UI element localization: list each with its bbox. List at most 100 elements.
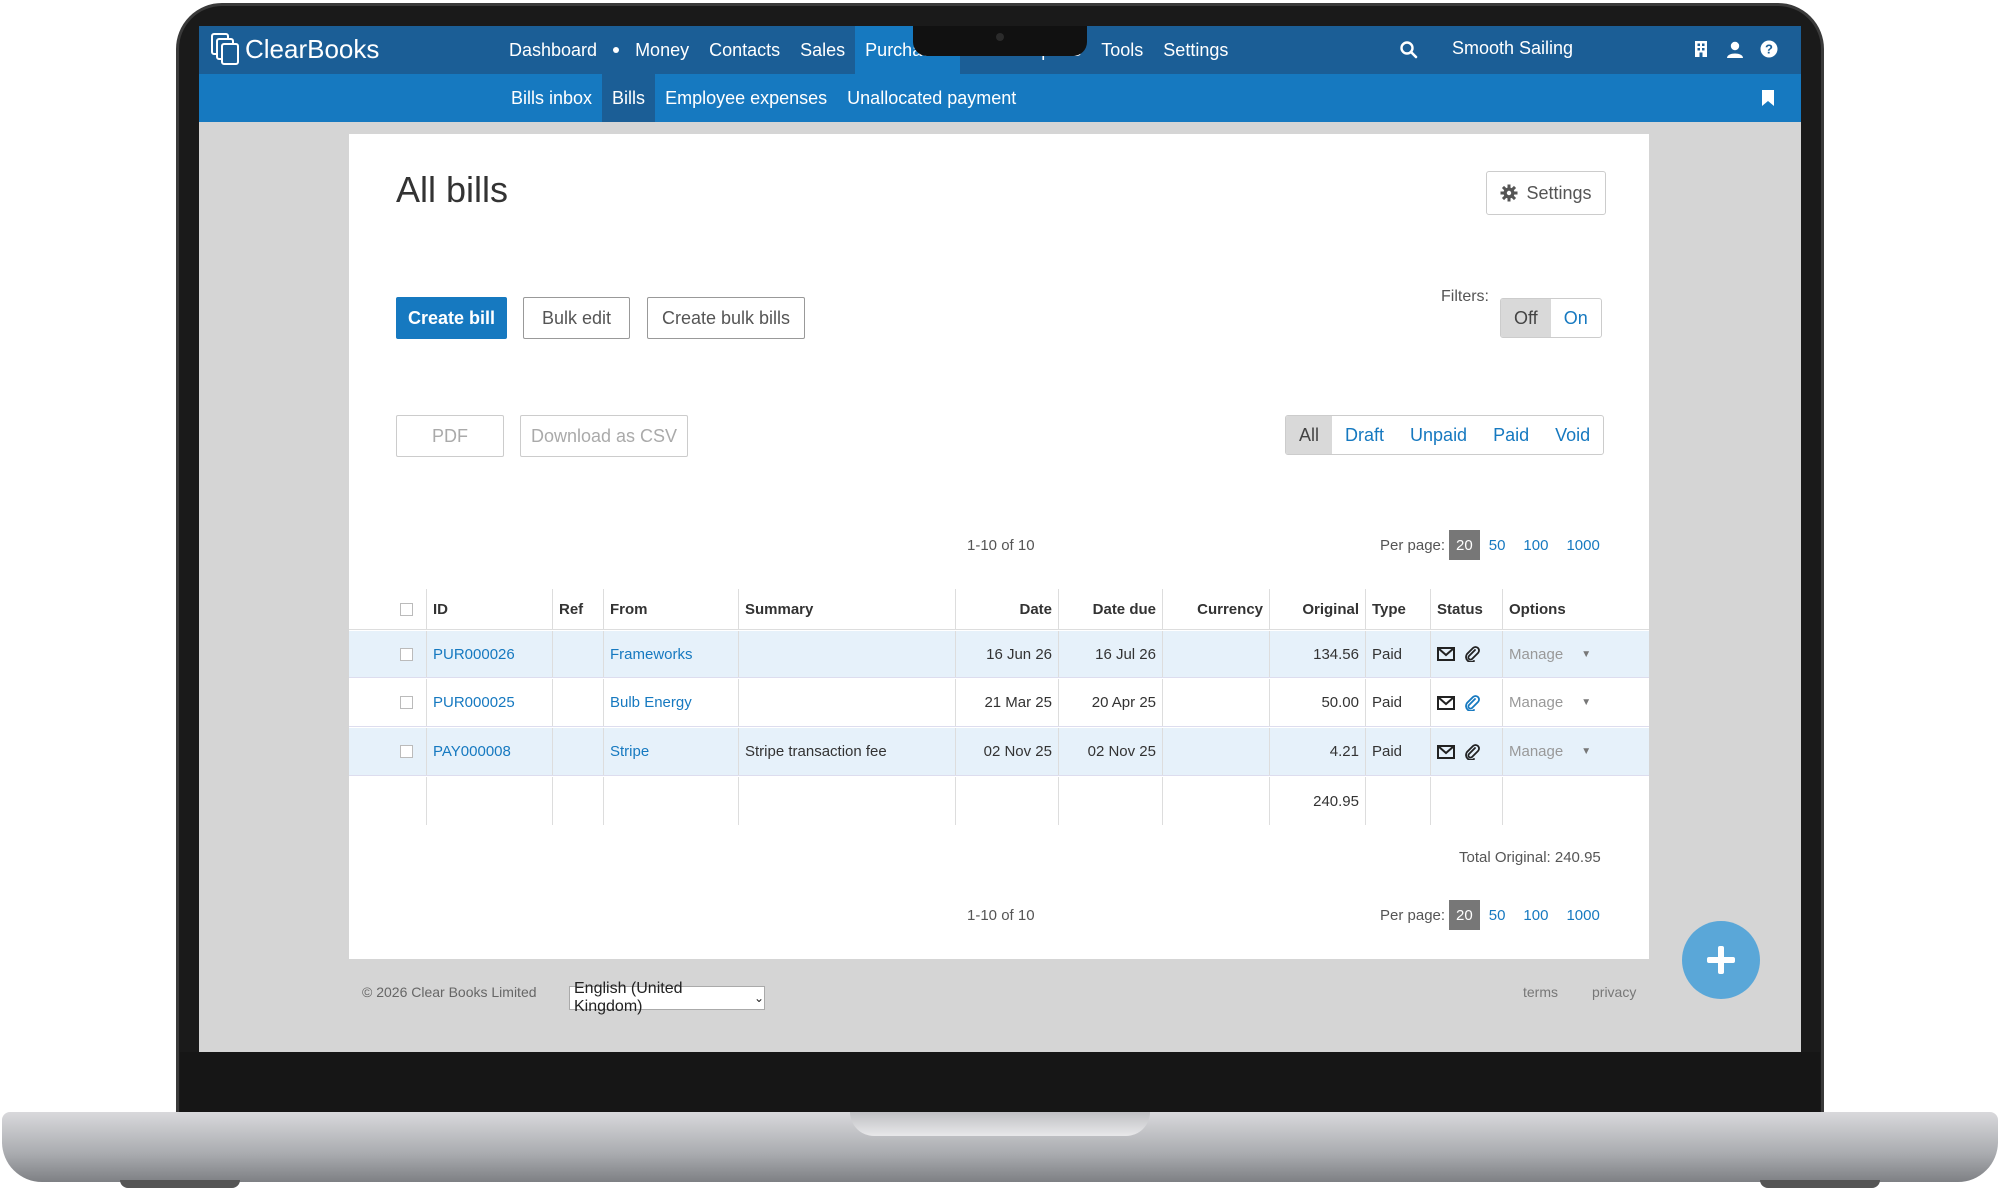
per-page-option-100[interactable]: 100 (1514, 530, 1557, 560)
laptop-foot (1760, 1180, 1880, 1188)
sub-navigation: Bills inbox Bills Employee expenses Unal… (199, 74, 1801, 122)
svg-text:?: ? (1765, 42, 1773, 57)
nav-contacts[interactable]: Contacts (699, 26, 790, 74)
paperclip-icon[interactable] (1464, 743, 1480, 760)
status-tab-paid[interactable]: Paid (1480, 416, 1542, 454)
settings-button[interactable]: Settings (1486, 171, 1606, 215)
camera-notch (913, 26, 1087, 56)
user-icon[interactable] (1725, 39, 1745, 59)
filters-off-option[interactable]: Off (1501, 299, 1551, 337)
gear-icon (1500, 184, 1518, 202)
bill-original: 4.21 (1270, 728, 1366, 775)
manage-dropdown[interactable]: Manage (1509, 743, 1563, 760)
clearbooks-logo[interactable]: ClearBooks (211, 33, 379, 65)
create-bill-button[interactable]: Create bill (396, 297, 507, 339)
subnav-unallocated-payment[interactable]: Unallocated payment (837, 74, 1026, 122)
download-csv-button[interactable]: Download as CSV (520, 415, 688, 457)
terms-link[interactable]: terms (1523, 984, 1558, 1000)
header-original[interactable]: Original (1270, 589, 1366, 629)
per-page-option-50[interactable]: 50 (1480, 900, 1515, 930)
header-id[interactable]: ID (427, 589, 553, 629)
per-page-option-1000[interactable]: 1000 (1557, 530, 1608, 560)
supplier-link[interactable]: Bulb Energy (610, 694, 692, 711)
table-row: PAY000008 Stripe Stripe transaction fee … (349, 728, 1649, 776)
bill-ref (553, 728, 604, 775)
header-status[interactable]: Status (1431, 589, 1503, 629)
pdf-button[interactable]: PDF (396, 415, 504, 457)
organisation-name[interactable]: Smooth Sailing (1452, 38, 1573, 59)
select-all-checkbox[interactable] (400, 602, 413, 616)
filters-on-option[interactable]: On (1551, 299, 1601, 337)
building-icon[interactable] (1691, 39, 1711, 59)
laptop-foot (120, 1180, 240, 1188)
bill-id-link[interactable]: PAY000008 (433, 743, 511, 760)
header-date-due[interactable]: Date due (1059, 589, 1163, 629)
create-bulk-bills-button[interactable]: Create bulk bills (647, 297, 805, 339)
bill-date-due: 02 Nov 25 (1059, 728, 1163, 775)
bill-summary (739, 679, 956, 726)
language-select[interactable]: English (United Kingdom) ⌄ (569, 980, 765, 1015)
privacy-link[interactable]: privacy (1592, 984, 1636, 1000)
header-type[interactable]: Type (1366, 589, 1431, 629)
nav-money[interactable]: Money (625, 26, 699, 74)
nav-sales[interactable]: Sales (790, 26, 855, 74)
envelope-icon[interactable] (1437, 695, 1455, 710)
nav-dashboard[interactable]: Dashboard (499, 26, 607, 74)
envelope-icon[interactable] (1437, 744, 1455, 759)
per-page-label: Per page: (1380, 906, 1446, 924)
manage-dropdown[interactable]: Manage (1509, 694, 1563, 711)
paperclip-icon[interactable] (1464, 646, 1480, 662)
row-checkbox[interactable] (400, 647, 413, 661)
laptop-base-notch (850, 1112, 1150, 1136)
paperclip-icon[interactable] (1464, 694, 1480, 711)
bulk-edit-button[interactable]: Bulk edit (523, 297, 630, 339)
status-tab-all[interactable]: All (1286, 416, 1333, 454)
subnav-bills[interactable]: Bills (602, 74, 656, 122)
bill-summary (739, 631, 956, 677)
manage-dropdown[interactable]: Manage (1509, 646, 1563, 663)
status-tab-unpaid[interactable]: Unpaid (1397, 416, 1480, 454)
header-from[interactable]: From (604, 589, 739, 629)
header-summary[interactable]: Summary (739, 589, 956, 629)
search-icon[interactable] (1399, 40, 1419, 60)
bill-id-link[interactable]: PUR000026 (433, 646, 515, 663)
bill-summary: Stripe transaction fee (739, 728, 956, 775)
chevron-down-icon[interactable]: ▼ (1581, 746, 1591, 757)
page-title: All bills (396, 169, 509, 210)
table-totals-row: 240.95 (349, 777, 1649, 825)
header-date[interactable]: Date (956, 589, 1059, 629)
per-page-option-50[interactable]: 50 (1480, 530, 1515, 560)
chevron-down-icon[interactable]: ▼ (1581, 649, 1591, 660)
supplier-link[interactable]: Stripe (610, 743, 649, 760)
chevron-down-icon[interactable]: ▼ (1581, 697, 1591, 708)
bill-original: 50.00 (1270, 679, 1366, 726)
bill-id-link[interactable]: PUR000025 (433, 694, 515, 711)
per-page-option-1000[interactable]: 1000 (1557, 900, 1608, 930)
table-header: ID Ref From Summary Date Date due Curren… (349, 589, 1649, 630)
nav-tools[interactable]: Tools (1091, 26, 1153, 74)
language-select-value: English (United Kingdom) (574, 980, 683, 1015)
quick-add-button[interactable] (1682, 921, 1760, 999)
per-page-option-20[interactable]: 20 (1449, 530, 1480, 560)
per-page-option-20[interactable]: 20 (1449, 900, 1480, 930)
supplier-link[interactable]: Frameworks (610, 646, 693, 663)
bill-ref (553, 631, 604, 677)
nav-settings[interactable]: Settings (1153, 26, 1238, 74)
row-checkbox[interactable] (400, 696, 413, 709)
subnav-employee-expenses[interactable]: Employee expenses (655, 74, 837, 122)
bill-date: 02 Nov 25 (956, 728, 1059, 775)
header-ref[interactable]: Ref (553, 589, 604, 629)
bill-date-due: 20 Apr 25 (1059, 679, 1163, 726)
help-icon[interactable]: ? (1759, 39, 1779, 59)
settings-button-label: Settings (1526, 182, 1592, 203)
subnav-bills-inbox[interactable]: Bills inbox (501, 74, 602, 122)
bill-date: 21 Mar 25 (956, 679, 1059, 726)
status-tab-draft[interactable]: Draft (1332, 416, 1397, 454)
logo-text: ClearBooks (245, 33, 380, 64)
bookmark-icon[interactable] (1761, 89, 1775, 107)
envelope-icon[interactable] (1437, 647, 1455, 661)
row-checkbox[interactable] (400, 745, 413, 758)
per-page-option-100[interactable]: 100 (1514, 900, 1557, 930)
header-currency[interactable]: Currency (1163, 589, 1270, 629)
status-tab-void[interactable]: Void (1542, 416, 1603, 454)
